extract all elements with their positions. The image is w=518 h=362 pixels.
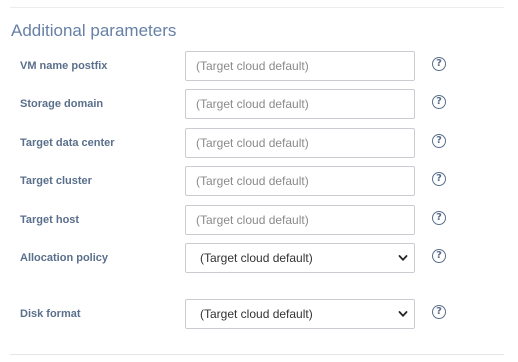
target-host-input[interactable] [185, 205, 415, 235]
question-circle-icon[interactable]: ? [432, 57, 446, 71]
target-cluster-input[interactable] [185, 166, 415, 196]
question-circle-icon[interactable]: ? [432, 305, 446, 319]
question-circle-icon[interactable]: ? [432, 134, 446, 148]
bottom-divider [10, 354, 504, 355]
section-title: Additional parameters [11, 21, 177, 40]
field-row-vm-name-postfix: VM name postfix ? [0, 51, 518, 81]
field-row-target-cluster: Target cluster ? [0, 166, 518, 196]
question-circle-icon[interactable]: ? [432, 172, 446, 186]
storage-domain-input[interactable] [185, 89, 415, 119]
vm-name-postfix-input[interactable] [185, 51, 415, 81]
allocation-policy-label: Allocation policy [20, 252, 109, 264]
field-row-storage-domain: Storage domain ? [0, 89, 518, 119]
disk-format-label: Disk format [20, 308, 81, 320]
target-data-center-label: Target data center [20, 137, 115, 149]
top-divider [10, 7, 504, 8]
question-circle-icon[interactable]: ? [432, 249, 446, 263]
allocation-policy-select[interactable]: (Target cloud default) [185, 243, 415, 273]
vm-name-postfix-label: VM name postfix [20, 60, 108, 72]
field-row-allocation-policy: Allocation policy (Target cloud default)… [0, 243, 518, 273]
target-cluster-label: Target cluster [20, 175, 92, 187]
target-host-label: Target host [20, 214, 80, 226]
disk-format-selected-value: (Target cloud default) [200, 307, 313, 321]
chevron-down-icon [398, 255, 408, 261]
field-row-target-host: Target host ? [0, 205, 518, 235]
chevron-down-icon [398, 311, 408, 317]
storage-domain-label: Storage domain [20, 98, 104, 110]
target-data-center-input[interactable] [185, 128, 415, 158]
question-circle-icon[interactable]: ? [432, 95, 446, 109]
question-circle-icon[interactable]: ? [432, 211, 446, 225]
allocation-policy-selected-value: (Target cloud default) [200, 251, 313, 265]
field-row-disk-format: Disk format (Target cloud default) ? [0, 299, 518, 329]
disk-format-select[interactable]: (Target cloud default) [185, 299, 415, 329]
field-row-target-data-center: Target data center ? [0, 128, 518, 158]
additional-parameters-panel: Additional parameters VM name postfix ? … [0, 0, 518, 362]
